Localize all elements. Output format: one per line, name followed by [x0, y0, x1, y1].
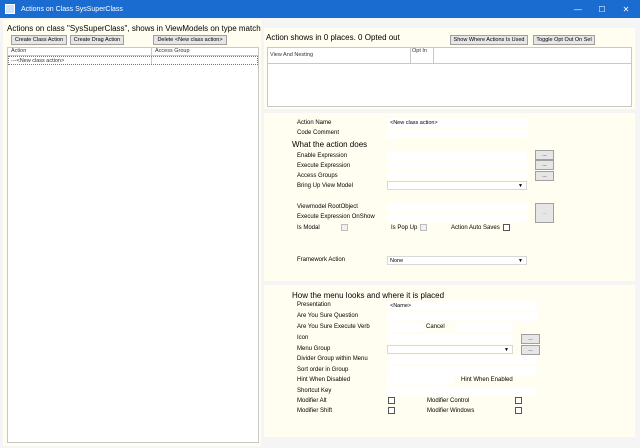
- is-popup-checkbox[interactable]: [420, 224, 427, 231]
- icon-input[interactable]: [387, 334, 513, 343]
- hint-when-disabled-label: Hint When Disabled: [297, 377, 351, 383]
- access-groups-input[interactable]: [387, 171, 527, 180]
- menu-group-ellipsis-button[interactable]: ...: [521, 345, 540, 355]
- chevron-down-icon: ▼: [504, 347, 509, 353]
- column-divider: [410, 47, 411, 63]
- are-you-sure-question-label: Are You Sure Question: [297, 313, 359, 319]
- execute-expression-onshow-label: Execute Expression OnShow: [297, 214, 375, 220]
- cancel-text-input[interactable]: [455, 323, 513, 332]
- viewmodel-root-object-label: Viewmodel RootObject: [297, 204, 358, 210]
- modifier-shift-label: Modifier Shift: [297, 408, 333, 414]
- action-auto-saves-checkbox[interactable]: [503, 224, 510, 231]
- hint-when-disabled-input[interactable]: [387, 376, 453, 385]
- column-divider: [433, 47, 434, 63]
- modifier-alt-label: Modifier Alt: [297, 398, 327, 404]
- shortcut-key-label: Shortcut Key: [297, 388, 332, 394]
- code-comment-label: Code Comment: [297, 130, 340, 136]
- table-row[interactable]: ---<New class action>: [8, 56, 258, 65]
- modifier-windows-label: Modifier Windows: [427, 408, 475, 414]
- divider-group-label: Divider Group within Menu: [297, 356, 368, 362]
- window-title: Actions on Class SysSuperClass: [21, 5, 123, 13]
- usage-heading: Action shows in 0 places. 0 Opted out: [266, 33, 400, 42]
- execute-expression-label: Execute Expression: [297, 163, 351, 169]
- modifier-shift-checkbox[interactable]: [388, 407, 395, 414]
- maximize-icon[interactable]: ☐: [590, 0, 614, 18]
- app-icon: [5, 4, 15, 14]
- presentation-label: Presentation: [297, 302, 331, 308]
- modifier-windows-checkbox[interactable]: [515, 407, 522, 414]
- framework-action-value: None: [390, 258, 404, 264]
- is-modal-checkbox[interactable]: [341, 224, 348, 231]
- execute-expression-input[interactable]: [387, 161, 527, 170]
- execute-expression-onshow-input[interactable]: [387, 213, 527, 222]
- hint-when-enabled-label: Hint When Enabled: [461, 377, 513, 383]
- shortcut-key-input[interactable]: [387, 387, 537, 396]
- sort-order-label: Sort order in Group: [297, 367, 349, 373]
- title-bar: Actions on Class SysSuperClass: [0, 0, 640, 18]
- what-action-does-heading: What the action does: [292, 140, 368, 149]
- bring-up-view-model-dropdown[interactable]: ▼: [387, 181, 527, 190]
- are-you-sure-verb-input[interactable]: [387, 323, 423, 332]
- are-you-sure-question-input[interactable]: [387, 312, 537, 321]
- column-header-view-nesting[interactable]: View And Nesting: [270, 52, 313, 58]
- left-heading: Actions on class "SysSuperClass", shows …: [7, 24, 261, 33]
- icon-ellipsis-button[interactable]: ...: [521, 334, 540, 344]
- table-cell-action: ---<New class action>: [11, 58, 65, 64]
- cancel-label: Cancel: [426, 324, 445, 330]
- enable-expression-input[interactable]: [387, 151, 527, 160]
- column-header-action[interactable]: Action: [11, 48, 26, 54]
- menu-heading: How the menu looks and where it is place…: [292, 291, 445, 300]
- bring-up-view-model-label: Bring Up View Model: [297, 183, 353, 189]
- viewmodel-root-object-input[interactable]: [387, 203, 527, 212]
- chevron-down-icon: ▼: [518, 258, 523, 264]
- create-drag-action-button[interactable]: Create Drag Action: [70, 35, 124, 45]
- is-popup-label: Is Pop Up: [391, 225, 418, 231]
- is-modal-label: Is Modal: [297, 225, 320, 231]
- access-groups-label: Access Groups: [297, 173, 338, 179]
- column-header-opt-in[interactable]: Opt In: [412, 48, 432, 54]
- divider-group-input[interactable]: [387, 355, 537, 364]
- onshow-ellipsis-button[interactable]: ...: [535, 203, 554, 223]
- framework-action-label: Framework Action: [297, 257, 346, 263]
- access-groups-ellipsis-button[interactable]: ...: [535, 171, 554, 181]
- sort-order-input[interactable]: [387, 366, 537, 375]
- show-where-used-button[interactable]: Show Where Actions Is Used: [450, 35, 528, 45]
- icon-label: Icon: [297, 335, 309, 341]
- usage-table[interactable]: [267, 47, 632, 107]
- close-icon[interactable]: ✕: [614, 0, 638, 18]
- toggle-opt-out-button[interactable]: Toggle Opt Out On Sel: [533, 35, 595, 45]
- action-name-input[interactable]: <New class action>: [387, 118, 527, 127]
- framework-action-dropdown[interactable]: None ▼: [387, 256, 527, 265]
- minimize-icon[interactable]: —: [566, 0, 590, 18]
- modifier-control-checkbox[interactable]: [515, 397, 522, 404]
- enable-expression-ellipsis-button[interactable]: ...: [535, 150, 554, 160]
- enable-expression-label: Enable Expression: [297, 153, 348, 159]
- menu-group-dropdown[interactable]: ▼: [387, 345, 513, 354]
- are-you-sure-verb-label: Are You Sure Execute Verb: [297, 324, 370, 330]
- chevron-down-icon: ▼: [518, 183, 523, 189]
- modifier-control-label: Modifier Control: [427, 398, 470, 404]
- action-auto-saves-label: Action Auto Saves: [451, 225, 500, 231]
- create-class-action-button[interactable]: Create Class Action: [11, 35, 67, 45]
- menu-group-label: Menu Group: [297, 346, 331, 352]
- actions-table[interactable]: [7, 47, 259, 443]
- modifier-alt-checkbox[interactable]: [388, 397, 395, 404]
- delete-action-button[interactable]: Delete <New class action>: [153, 35, 227, 45]
- column-header-access-group[interactable]: Access Group: [155, 48, 190, 54]
- usage-header-divider: [267, 63, 632, 64]
- action-name-label: Action Name: [297, 120, 332, 126]
- presentation-input[interactable]: <Name>: [387, 301, 537, 310]
- execute-expression-ellipsis-button[interactable]: ...: [535, 160, 554, 170]
- code-comment-input[interactable]: [387, 129, 527, 138]
